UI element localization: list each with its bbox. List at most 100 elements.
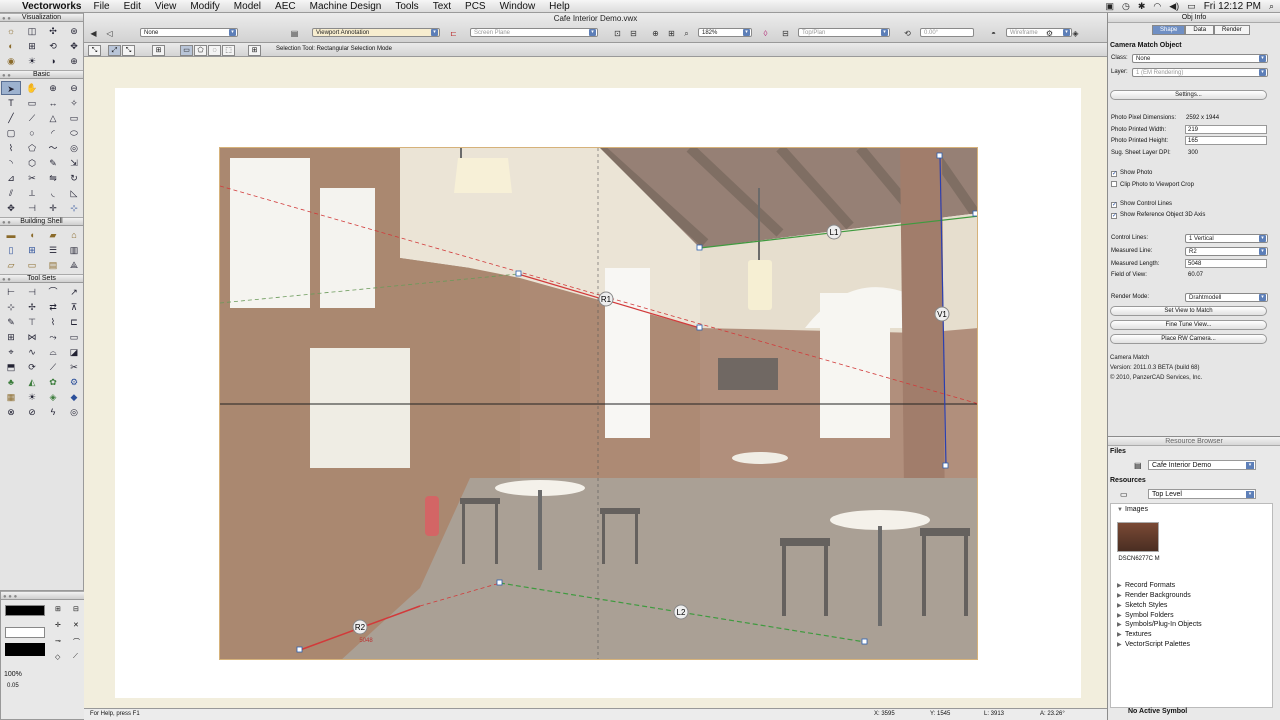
opacity-value[interactable]: 100% [4, 671, 22, 678]
palette-title-visualization[interactable]: ● ● Visualization [0, 13, 83, 22]
preferences-icon[interactable]: ⊞ [248, 45, 261, 56]
line-weight-value[interactable]: 0.05 [7, 683, 19, 689]
mode-option-3[interactable]: ⤡ [122, 45, 135, 56]
bend-set-icon[interactable]: ⌇ [43, 315, 63, 329]
wall-tool-icon[interactable]: ▬ [1, 228, 21, 242]
align-set-icon[interactable]: ⊼ [64, 300, 84, 314]
standard-view-icon[interactable]: ⊟ [780, 29, 791, 39]
arrows-set-icon[interactable]: ⇄ [43, 300, 63, 314]
floor-tool-icon[interactable]: ▰ [43, 228, 63, 242]
view-dropdown[interactable]: Top/Plan ▾ [798, 28, 890, 37]
visibility-tool-icon[interactable]: ◑ [43, 54, 63, 68]
dims-set-icon[interactable]: ⊢ [1, 285, 21, 299]
marker-r1[interactable]: R1 [601, 295, 612, 304]
rotation-icon[interactable]: ⟲ [902, 29, 913, 39]
oval-tool-icon[interactable]: ⬭ [64, 126, 84, 140]
sweep-set-icon[interactable]: ⟳ [22, 360, 42, 374]
regular-polygon-tool-icon[interactable]: ⬡ [22, 156, 42, 170]
site-model-icon[interactable]: ◈ [43, 390, 63, 404]
text-tool-icon[interactable]: T [1, 96, 21, 110]
menu-model[interactable]: Model [234, 1, 261, 12]
place-rw-camera-button[interactable]: Place RW Camera... [1110, 334, 1267, 344]
wifi-icon[interactable]: ◠ [1153, 1, 1161, 12]
resource-browser-title[interactable]: Resource Browser [1108, 437, 1280, 446]
joist-tool-icon[interactable]: ▤ [43, 258, 63, 272]
measured-line-select[interactable]: R2 ▾ [1185, 247, 1268, 256]
measured-length-field[interactable]: 5048 [1185, 259, 1267, 268]
render-icon[interactable]: ◓ [988, 29, 999, 39]
trim-tool-icon[interactable]: ⊣ [22, 201, 42, 215]
menu-text[interactable]: Text [433, 1, 451, 12]
polyline-tool-icon[interactable]: ⌇ [1, 141, 21, 155]
menu-view[interactable]: View [155, 1, 177, 12]
menubar-clock[interactable]: Fri 12:12 PM [1204, 1, 1261, 12]
render-dropdown[interactable]: Wireframe ▾ [1006, 28, 1072, 37]
connect-tool-icon[interactable]: ⟂ [22, 186, 42, 200]
layer-select[interactable]: 1 (EM Rendering) ▾ [1132, 68, 1268, 77]
site-set-icon[interactable]: ⌖ [1, 345, 21, 359]
solid-set-icon[interactable]: ◪ [64, 345, 84, 359]
clip-tool-icon[interactable]: ✂ [22, 171, 42, 185]
tab-shape[interactable]: Shape [1152, 25, 1186, 35]
printed-width-field[interactable]: 219 [1185, 125, 1267, 134]
terrain-set-icon[interactable]: ◭ [22, 375, 42, 389]
custom-set-icon[interactable]: ◆ [64, 390, 84, 404]
forward-icon[interactable]: ◁ [104, 29, 115, 39]
plane-icon[interactable]: ⊏ [448, 29, 459, 39]
resource-group-vectorscript-palettes[interactable]: ▶ VectorScript Palettes [1117, 641, 1190, 648]
triangle-tool-icon[interactable]: △ [43, 111, 63, 125]
time-machine-icon[interactable]: ◷ [1122, 1, 1130, 12]
marker-l1[interactable]: L1 [830, 228, 839, 237]
view-icon[interactable]: ◊ [760, 29, 771, 39]
rectangle-tool-icon[interactable]: ▭ [64, 111, 84, 125]
curve-set-icon[interactable]: ∿ [22, 345, 42, 359]
eyedropper-tool-icon[interactable]: ✎ [43, 156, 63, 170]
landscape-set-icon[interactable]: ♣ [1, 375, 21, 389]
marquee-mode-icon[interactable]: ⬚ [222, 45, 235, 56]
resources-select[interactable]: Top Level ▾ [1148, 489, 1256, 499]
fill-color-swatch[interactable] [5, 605, 45, 616]
chamfer-tool-icon[interactable]: ◺ [64, 186, 84, 200]
attribute-mapping-icon[interactable]: ✧ [64, 96, 84, 110]
rotate-view-tool-icon[interactable]: ⟲ [43, 39, 63, 53]
battery-icon[interactable]: ▭ [1187, 1, 1196, 12]
render-mode-select[interactable]: Drahtmodell ▾ [1185, 293, 1268, 302]
drawing-area[interactable]: L1 L2 R1 R2 V1 5048 [84, 57, 1107, 708]
mode-option-4[interactable]: ⊞ [152, 45, 165, 56]
window-tool-icon[interactable]: ⊞ [22, 243, 42, 257]
reshape-set-icon[interactable]: ⌒ [43, 285, 63, 299]
resource-group-render-backgrounds[interactable]: ▶ Render Backgrounds [1117, 592, 1191, 599]
zoom-field[interactable]: 182% ▾ [698, 28, 752, 37]
resource-group-symbols[interactable]: ▶ Symbols/Plug-In Objects [1117, 621, 1202, 628]
slab-tool-icon[interactable]: ▱ [1, 258, 21, 272]
palette-title-tool-sets[interactable]: ● ● Tool Sets [0, 274, 83, 283]
pan-tool-icon[interactable]: ✋ [22, 81, 42, 95]
offset-tool-icon[interactable]: ⇲ [64, 156, 84, 170]
marker-r2[interactable]: R2 [355, 623, 366, 632]
move-tool-icon[interactable]: ✥ [1, 201, 21, 215]
zoom-out-tool-icon[interactable]: ⊖ [64, 81, 84, 95]
frame-set-icon[interactable]: ▭ [64, 330, 84, 344]
menu-machine-design[interactable]: Machine Design [310, 1, 382, 12]
menu-aec[interactable]: AEC [275, 1, 296, 12]
fine-tune-view-button[interactable]: Fine Tune View... [1110, 320, 1267, 330]
projection-icon[interactable]: ◈ [1070, 29, 1081, 39]
snap-smart-edge-icon[interactable]: ⟋ [73, 653, 78, 661]
callout-tool-icon[interactable]: ▭ [22, 96, 42, 110]
snap-set-icon[interactable]: ⊹ [1, 300, 21, 314]
camera-icon[interactable]: ▣ [1105, 1, 1114, 12]
rounded-rect-tool-icon[interactable]: ▢ [1, 126, 21, 140]
selection-tool-icon[interactable]: ➤ [1, 81, 21, 95]
snap-angle-icon[interactable]: ✛ [55, 621, 61, 629]
files-select[interactable]: Cafe Interior Demo ▾ [1148, 460, 1256, 470]
annotation-set-icon[interactable]: ↗ [64, 285, 84, 299]
double-line-tool-icon[interactable]: ⟋ [22, 111, 42, 125]
zoom-sheet-icon[interactable]: ⊞ [666, 29, 677, 39]
freehand-tool-icon[interactable]: 〜 [43, 141, 63, 155]
hvac-set-icon[interactable]: ⊗ [1, 405, 21, 419]
show-photo-checkbox[interactable]: ✓ Show Photo [1111, 170, 1152, 177]
class-dropdown[interactable]: None ▾ [140, 28, 238, 37]
clip-photo-checkbox[interactable]: Clip Photo to Viewport Crop [1111, 181, 1194, 188]
back-icon[interactable]: ◀ [88, 29, 99, 39]
path-set-icon[interactable]: ⤳ [43, 330, 63, 344]
